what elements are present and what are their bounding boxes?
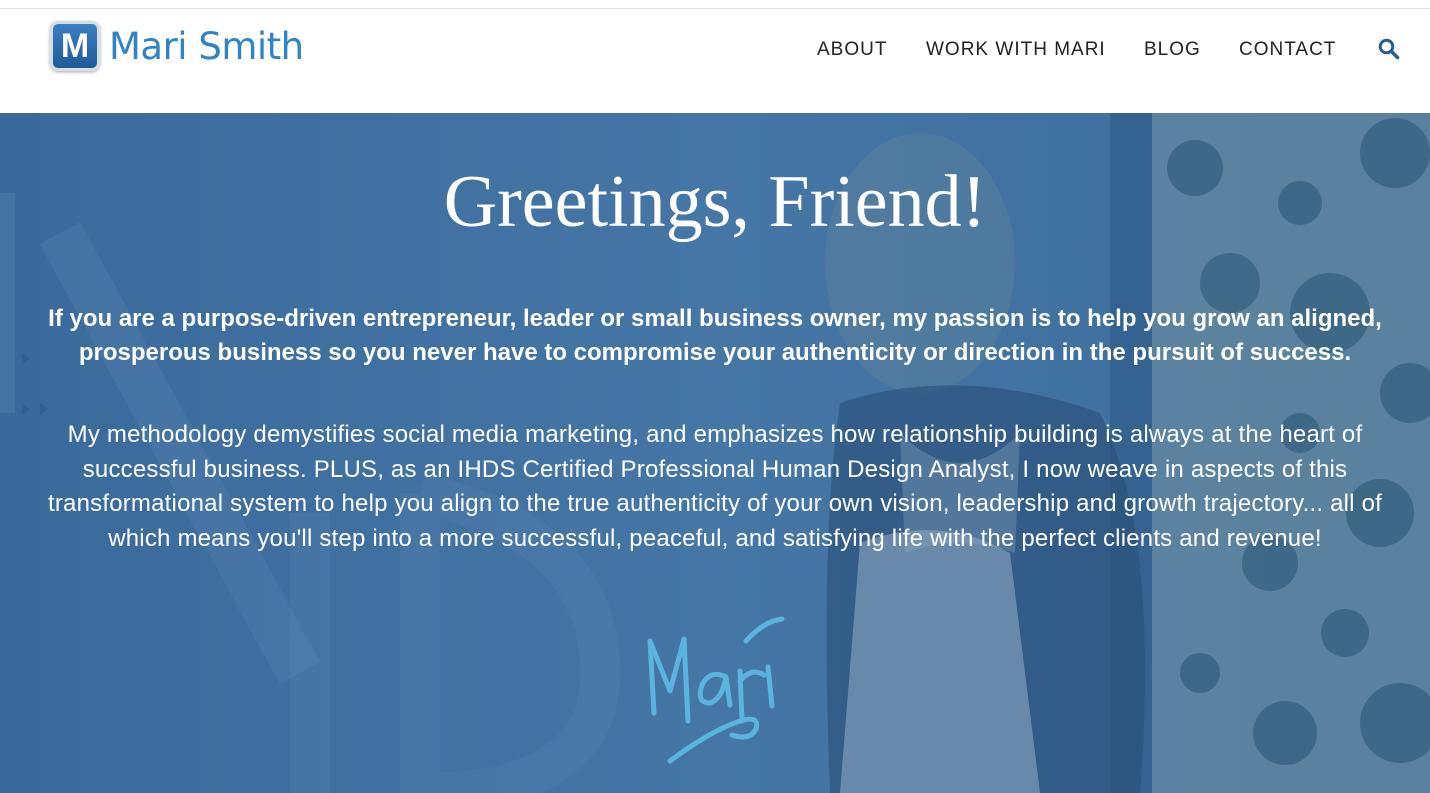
nav-item-contact[interactable]: CONTACT bbox=[1239, 39, 1336, 61]
site-header: M Mari Smith ABOUT WORK WITH MARI BLOG C… bbox=[0, 9, 1430, 113]
hero-section: Greetings, Friend! If you are a purpose-… bbox=[0, 113, 1430, 793]
search-button[interactable] bbox=[1377, 37, 1401, 61]
nav-item-work-with-mari[interactable]: WORK WITH MARI bbox=[926, 39, 1106, 61]
hero-body-text: My methodology demystifies social media … bbox=[47, 421, 1383, 552]
hero-title: Greetings, Friend! bbox=[443, 161, 987, 243]
nav-item-blog[interactable]: BLOG bbox=[1144, 39, 1201, 61]
main-nav: ABOUT WORK WITH MARI BLOG CONTACT bbox=[0, 39, 1430, 69]
nav-item-about[interactable]: ABOUT bbox=[817, 39, 887, 61]
hero-lead-text: If you are a purpose-driven entrepreneur… bbox=[48, 305, 1382, 366]
search-icon bbox=[1378, 38, 1400, 60]
signature-mari bbox=[647, 616, 785, 764]
